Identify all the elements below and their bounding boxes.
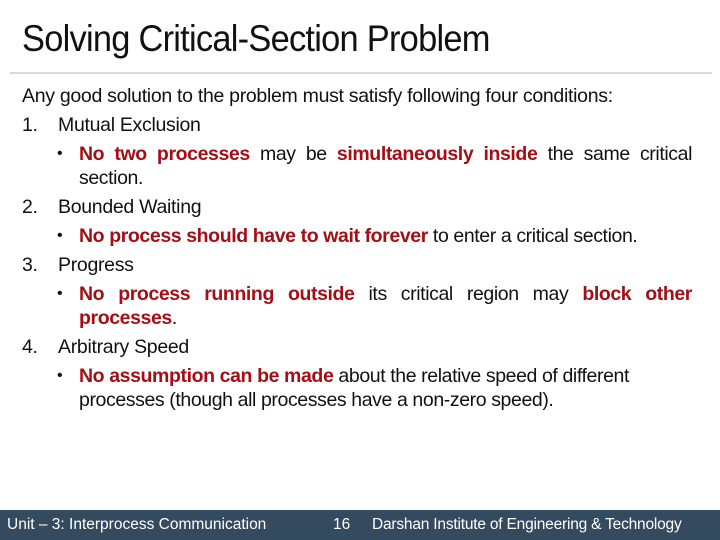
condition-bullet: • No process running outside its critica… (22, 280, 692, 333)
condition-number: 1. (22, 114, 38, 136)
condition-item: 1. Mutual Exclusion (22, 111, 692, 140)
condition-bullet: • No process should have to wait forever… (22, 222, 692, 251)
condition-label: Bounded Waiting (58, 196, 202, 218)
bullet-icon: • (57, 145, 63, 162)
condition-bullet: • No assumption can be made about the re… (22, 362, 692, 415)
condition-number: 2. (22, 196, 38, 218)
intro-text: Any good solution to the problem must sa… (22, 85, 613, 107)
bullet-text: No process should have to wait forever t… (79, 225, 638, 247)
bullet-text: No two processes may be simultaneously i… (79, 143, 692, 189)
emphasis-text: simultaneously inside (336, 143, 538, 165)
condition-item: 3. Progress (22, 251, 692, 280)
footer-page-number: 16 (333, 516, 351, 533)
slide-title: Solving Critical-Section Problem (22, 18, 490, 59)
bullet-icon: • (57, 367, 63, 384)
emphasis-text: No process should have to wait forever (79, 225, 428, 247)
bullet-icon: • (57, 285, 63, 302)
condition-label: Mutual Exclusion (58, 114, 201, 136)
bullet-icon: • (57, 227, 63, 244)
title-divider (10, 72, 712, 74)
condition-number: 3. (22, 254, 38, 276)
condition-label: Progress (58, 254, 134, 276)
plain-text: may be (249, 143, 337, 165)
footer-institute: Darshan Institute of Engineering & Techn… (372, 516, 682, 533)
condition-number: 4. (22, 336, 38, 358)
emphasis-text: No assumption can be made (79, 365, 334, 387)
bullet-text: No assumption can be made about the rela… (79, 365, 629, 411)
plain-text: its critical region may (354, 283, 583, 305)
plain-text: . (171, 307, 177, 329)
footer-unit: Unit – 3: Interprocess Communication (7, 516, 267, 533)
emphasis-text: No process running outside (79, 283, 355, 305)
slide-content: Any good solution to the problem must sa… (22, 82, 692, 415)
condition-item: 4. Arbitrary Speed (22, 333, 692, 362)
emphasis-text: No two processes (79, 143, 250, 165)
slide-footer: Unit – 3: Interprocess Communication 16 … (0, 510, 720, 540)
bullet-text: No process running outside its critical … (79, 283, 692, 329)
condition-bullet: • No two processes may be simultaneously… (22, 140, 692, 193)
plain-text: to enter a critical section. (427, 225, 638, 247)
condition-label: Arbitrary Speed (58, 336, 189, 358)
condition-item: 2. Bounded Waiting (22, 193, 692, 222)
